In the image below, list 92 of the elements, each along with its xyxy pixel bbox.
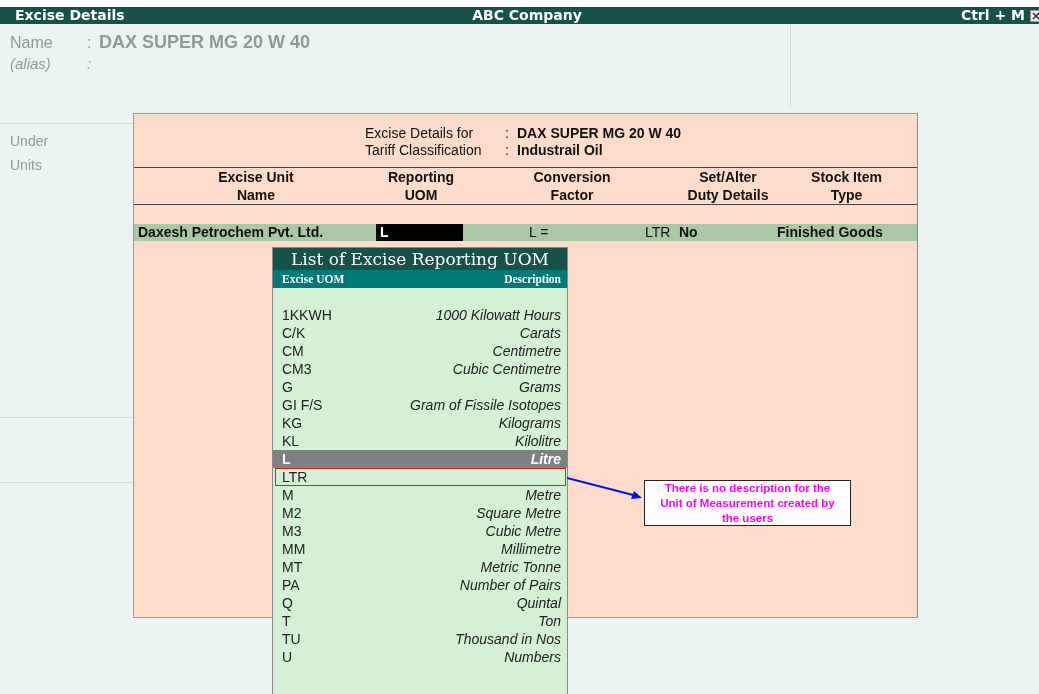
table-cell: Finished Goods (777, 224, 883, 240)
uom-code: U (282, 648, 293, 666)
uom-description: Quintal (516, 594, 561, 612)
list-item[interactable]: MM Millimetre (273, 540, 567, 558)
field-label: Under (10, 133, 49, 149)
separator: : (505, 142, 510, 159)
uom-code: TU (282, 630, 301, 648)
uom-code: Q (282, 594, 293, 612)
uom-code: MM (282, 540, 306, 558)
table-cell: L = (529, 224, 549, 240)
uom-description: Numbers (504, 648, 561, 666)
field-label: Name (10, 33, 54, 52)
company-name: ABC Company (472, 7, 582, 24)
column-header: Conversion Factor (533, 168, 611, 204)
list-item[interactable]: G Grams (273, 378, 567, 396)
uom-code: KL (282, 432, 300, 450)
list-item[interactable]: M Metre (273, 486, 567, 504)
info-value: Industrail Oil (517, 142, 604, 159)
list-item[interactable]: GI F/S Gram of Fissile Isotopes (273, 396, 567, 414)
list-item[interactable]: 1KKWH 1000 Kilowatt Hours (273, 306, 567, 324)
uom-description: Ton (538, 612, 561, 630)
uom-description: Metric Tonne (480, 558, 561, 576)
field-value: DAX SUPER MG 20 W 40 (99, 32, 312, 53)
uom-description: 1000 Kilowatt Hours (435, 306, 561, 324)
table-cell-text: Daxesh Petrochem Pvt. Ltd. (137, 224, 324, 240)
separator: : (87, 33, 93, 52)
input-field[interactable]: L (376, 224, 463, 241)
list-item[interactable]: CM Centimetre (273, 342, 567, 360)
info-value: DAX SUPER MG 20 W 40 (517, 125, 683, 142)
box-icon[interactable] (1030, 9, 1039, 22)
uom-description: Millimetre (501, 540, 561, 558)
list-item[interactable]: LTR (275, 468, 566, 486)
table-cell: No (679, 224, 698, 240)
list-item[interactable]: KG Kilograms (273, 414, 567, 432)
uom-code: T (282, 612, 291, 630)
uom-description: Cubic Metre (485, 522, 561, 540)
list-item[interactable]: MT Metric Tonne (273, 558, 567, 576)
list-item[interactable]: CM3 Cubic Centimetre (273, 360, 567, 378)
uom-code: GI F/S (282, 396, 323, 414)
column-header: Excise UOM (282, 272, 345, 287)
shortcut-label: Ctrl + M (960, 7, 1025, 24)
column-header: Description (504, 272, 561, 288)
list-item[interactable]: M3 Cubic Metre (273, 522, 567, 540)
uom-description: Square Metre (476, 504, 561, 522)
info-label: Tariff Classification (365, 142, 483, 159)
uom-description: Thousand in Nos (455, 630, 561, 648)
uom-code: M2 (282, 504, 302, 522)
separator: : (87, 55, 93, 72)
uom-description: Centimetre (492, 342, 561, 360)
uom-code: MT (282, 558, 303, 576)
uom-code: M (282, 486, 294, 504)
uom-description: Kilograms (498, 414, 561, 432)
uom-code: M3 (282, 522, 302, 540)
column-header: Stock Item Type (811, 168, 882, 204)
uom-description: Carats (519, 324, 561, 342)
uom-code: LTR (282, 469, 308, 485)
table-row[interactable]: Daxesh Petrochem Pvt. Ltd. L L = LTR No Finished Goods (134, 224, 917, 241)
uom-description: Number of Pairs (459, 576, 561, 594)
uom-code: C/K (282, 324, 306, 342)
uom-code: 1KKWH (282, 306, 332, 324)
uom-code: CM (282, 342, 304, 360)
screen-title: Excise Details (15, 7, 126, 24)
list-item[interactable]: TU Thousand in Nos (273, 630, 567, 648)
list-item[interactable]: M2 Square Metre (273, 504, 567, 522)
list-item[interactable]: KL Kilolitre (273, 432, 567, 450)
list-title: List of Excise Reporting UOM (273, 248, 567, 270)
column-header: Reporting UOM (387, 168, 455, 204)
list-item[interactable]: T Ton (273, 612, 567, 630)
info-label: Excise Details for (365, 125, 475, 142)
uom-code: KG (282, 414, 303, 432)
list-item[interactable]: U Numbers (273, 648, 567, 666)
uom-description: Cubic Centimetre (452, 360, 561, 378)
uom-code: CM3 (282, 360, 312, 378)
table-cell: LTR (645, 224, 671, 240)
list-item[interactable]: Q Quintal (273, 594, 567, 612)
uom-description: Gram of Fissile Isotopes (410, 396, 561, 414)
uom-code: L (282, 450, 291, 468)
uom-code: G (282, 378, 293, 396)
list-item[interactable]: PA Number of Pairs (273, 576, 567, 594)
uom-description: Metre (525, 486, 561, 504)
field-label: (alias) (10, 55, 52, 72)
uom-description: Litre (530, 450, 561, 468)
separator: : (505, 125, 510, 142)
column-header: Excise Unit Name (218, 168, 294, 204)
list-item[interactable]: L Litre (273, 450, 567, 468)
list-item[interactable]: C/K Carats (273, 324, 567, 342)
uom-description: Kilolitre (515, 432, 561, 450)
uom-code: PA (282, 576, 300, 594)
field-label: Units (10, 157, 42, 173)
uom-description: Grams (519, 378, 561, 396)
column-header: Set/Alter Duty Details (687, 168, 769, 204)
callout-note: There is no description for the Unit of Measurement created by the users (644, 480, 851, 526)
